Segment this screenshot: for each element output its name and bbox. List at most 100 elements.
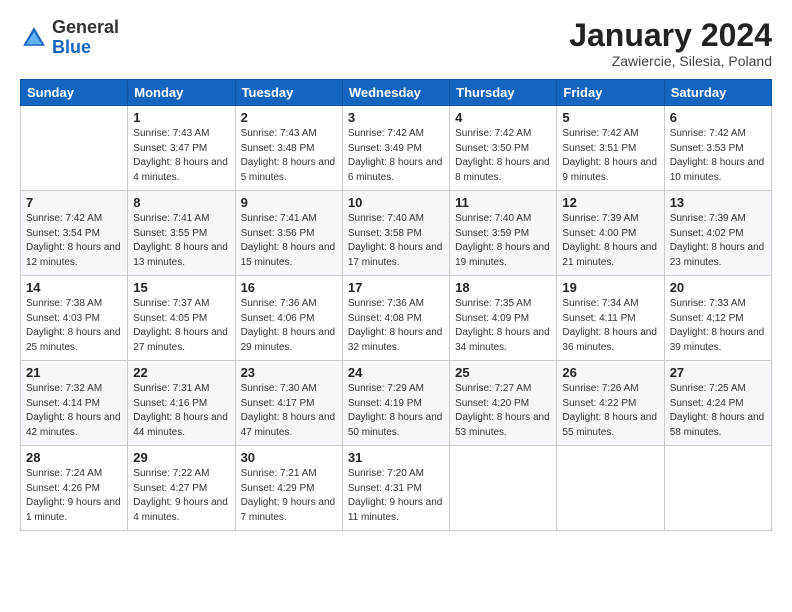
day-info: Sunrise: 7:29 AMSunset: 4:19 PMDaylight:…: [348, 382, 444, 440]
page: General Blue January 2024 Zawiercie, Sil…: [0, 0, 792, 612]
calendar-cell: 27 Sunrise: 7:25 AMSunset: 4:24 PMDayligh…: [664, 361, 771, 446]
day-number: 5: [562, 110, 658, 125]
calendar-cell: 28 Sunrise: 7:24 AMSunset: 4:26 PMDayligh…: [21, 446, 128, 531]
day-info: Sunrise: 7:43 AMSunset: 3:47 PMDaylight:…: [133, 127, 229, 185]
day-number: 16: [241, 280, 337, 295]
day-number: 12: [562, 195, 658, 210]
calendar-cell: 6 Sunrise: 7:42 AMSunset: 3:53 PMDaylight…: [664, 106, 771, 191]
calendar-cell: [450, 446, 557, 531]
day-info: Sunrise: 7:43 AMSunset: 3:48 PMDaylight:…: [241, 127, 337, 185]
calendar-cell: 23 Sunrise: 7:30 AMSunset: 4:17 PMDayligh…: [235, 361, 342, 446]
day-info: Sunrise: 7:35 AMSunset: 4:09 PMDaylight:…: [455, 297, 551, 355]
month-title: January 2024: [569, 18, 772, 53]
calendar-cell: 26 Sunrise: 7:26 AMSunset: 4:22 PMDayligh…: [557, 361, 664, 446]
day-number: 19: [562, 280, 658, 295]
calendar-header-friday: Friday: [557, 80, 664, 106]
calendar-cell: 10Sunrise: 7:40 AMSunset: 3:58 PMDayligh…: [342, 191, 449, 276]
calendar-cell: [21, 106, 128, 191]
logo-general-text: General: [52, 17, 119, 37]
calendar-cell: 7Sunrise: 7:42 AMSunset: 3:54 PMDaylight…: [21, 191, 128, 276]
day-number: 11: [455, 195, 551, 210]
day-number: 20: [670, 280, 766, 295]
calendar-cell: 5 Sunrise: 7:42 AMSunset: 3:51 PMDaylight…: [557, 106, 664, 191]
calendar-header-thursday: Thursday: [450, 80, 557, 106]
day-info: Sunrise: 7:32 AMSunset: 4:14 PMDaylight:…: [26, 382, 122, 440]
day-info: Sunrise: 7:36 AMSunset: 4:08 PMDaylight:…: [348, 297, 444, 355]
day-info: Sunrise: 7:41 AMSunset: 3:55 PMDaylight:…: [133, 212, 229, 270]
calendar-cell: 20Sunrise: 7:33 AMSunset: 4:12 PMDayligh…: [664, 276, 771, 361]
day-number: 9: [241, 195, 337, 210]
calendar-header-tuesday: Tuesday: [235, 80, 342, 106]
location-title: Zawiercie, Silesia, Poland: [569, 53, 772, 69]
calendar-cell: 14Sunrise: 7:38 AMSunset: 4:03 PMDayligh…: [21, 276, 128, 361]
day-info: Sunrise: 7:39 AMSunset: 4:00 PMDaylight:…: [562, 212, 658, 270]
calendar-cell: 22Sunrise: 7:31 AMSunset: 4:16 PMDayligh…: [128, 361, 235, 446]
calendar-cell: 17 Sunrise: 7:36 AMSunset: 4:08 PMDayligh…: [342, 276, 449, 361]
day-info: Sunrise: 7:21 AMSunset: 4:29 PMDaylight:…: [241, 467, 337, 525]
day-info: Sunrise: 7:34 AMSunset: 4:11 PMDaylight:…: [562, 297, 658, 355]
day-info: Sunrise: 7:25 AMSunset: 4:24 PMDaylight:…: [670, 382, 766, 440]
day-number: 17: [348, 280, 444, 295]
calendar-cell: 29Sunrise: 7:22 AMSunset: 4:27 PMDayligh…: [128, 446, 235, 531]
calendar-cell: 15 Sunrise: 7:37 AMSunset: 4:05 PMDayligh…: [128, 276, 235, 361]
day-info: Sunrise: 7:27 AMSunset: 4:20 PMDaylight:…: [455, 382, 551, 440]
calendar-week-1: 1Sunrise: 7:43 AMSunset: 3:47 PMDaylight…: [21, 106, 772, 191]
calendar-cell: 25 Sunrise: 7:27 AMSunset: 4:20 PMDayligh…: [450, 361, 557, 446]
day-info: Sunrise: 7:42 AMSunset: 3:49 PMDaylight:…: [348, 127, 444, 185]
calendar-cell: 30Sunrise: 7:21 AMSunset: 4:29 PMDayligh…: [235, 446, 342, 531]
day-number: 18: [455, 280, 551, 295]
calendar-header-saturday: Saturday: [664, 80, 771, 106]
day-info: Sunrise: 7:40 AMSunset: 3:59 PMDaylight:…: [455, 212, 551, 270]
calendar-table: SundayMondayTuesdayWednesdayThursdayFrid…: [20, 79, 772, 531]
day-info: Sunrise: 7:24 AMSunset: 4:26 PMDaylight:…: [26, 467, 122, 525]
day-number: 6: [670, 110, 766, 125]
calendar-cell: 13 Sunrise: 7:39 AMSunset: 4:02 PMDayligh…: [664, 191, 771, 276]
calendar-cell: 1Sunrise: 7:43 AMSunset: 3:47 PMDaylight…: [128, 106, 235, 191]
day-number: 4: [455, 110, 551, 125]
day-info: Sunrise: 7:36 AMSunset: 4:06 PMDaylight:…: [241, 297, 337, 355]
day-number: 13: [670, 195, 766, 210]
calendar-cell: 16 Sunrise: 7:36 AMSunset: 4:06 PMDayligh…: [235, 276, 342, 361]
day-number: 2: [241, 110, 337, 125]
calendar-cell: 19 Sunrise: 7:34 AMSunset: 4:11 PMDayligh…: [557, 276, 664, 361]
calendar-cell: [557, 446, 664, 531]
day-info: Sunrise: 7:42 AMSunset: 3:53 PMDaylight:…: [670, 127, 766, 185]
day-info: Sunrise: 7:41 AMSunset: 3:56 PMDaylight:…: [241, 212, 337, 270]
day-number: 8: [133, 195, 229, 210]
day-number: 28: [26, 450, 122, 465]
logo-blue-text: Blue: [52, 37, 91, 57]
day-number: 23: [241, 365, 337, 380]
day-number: 27: [670, 365, 766, 380]
day-info: Sunrise: 7:40 AMSunset: 3:58 PMDaylight:…: [348, 212, 444, 270]
day-number: 21: [26, 365, 122, 380]
day-info: Sunrise: 7:20 AMSunset: 4:31 PMDaylight:…: [348, 467, 444, 525]
calendar-cell: 21 Sunrise: 7:32 AMSunset: 4:14 PMDayligh…: [21, 361, 128, 446]
calendar-week-3: 14Sunrise: 7:38 AMSunset: 4:03 PMDayligh…: [21, 276, 772, 361]
day-info: Sunrise: 7:22 AMSunset: 4:27 PMDaylight:…: [133, 467, 229, 525]
calendar-week-2: 7Sunrise: 7:42 AMSunset: 3:54 PMDaylight…: [21, 191, 772, 276]
day-info: Sunrise: 7:31 AMSunset: 4:16 PMDaylight:…: [133, 382, 229, 440]
day-number: 25: [455, 365, 551, 380]
calendar-header-row: SundayMondayTuesdayWednesdayThursdayFrid…: [21, 80, 772, 106]
calendar-cell: 11 Sunrise: 7:40 AMSunset: 3:59 PMDayligh…: [450, 191, 557, 276]
calendar-cell: 3 Sunrise: 7:42 AMSunset: 3:49 PMDaylight…: [342, 106, 449, 191]
calendar-cell: 8 Sunrise: 7:41 AMSunset: 3:55 PMDaylight…: [128, 191, 235, 276]
day-info: Sunrise: 7:42 AMSunset: 3:51 PMDaylight:…: [562, 127, 658, 185]
day-info: Sunrise: 7:30 AMSunset: 4:17 PMDaylight:…: [241, 382, 337, 440]
day-info: Sunrise: 7:26 AMSunset: 4:22 PMDaylight:…: [562, 382, 658, 440]
day-info: Sunrise: 7:42 AMSunset: 3:50 PMDaylight:…: [455, 127, 551, 185]
day-info: Sunrise: 7:42 AMSunset: 3:54 PMDaylight:…: [26, 212, 122, 270]
day-info: Sunrise: 7:39 AMSunset: 4:02 PMDaylight:…: [670, 212, 766, 270]
day-number: 15: [133, 280, 229, 295]
day-info: Sunrise: 7:37 AMSunset: 4:05 PMDaylight:…: [133, 297, 229, 355]
day-number: 3: [348, 110, 444, 125]
day-number: 26: [562, 365, 658, 380]
title-block: January 2024 Zawiercie, Silesia, Poland: [569, 18, 772, 69]
calendar-week-5: 28 Sunrise: 7:24 AMSunset: 4:26 PMDayligh…: [21, 446, 772, 531]
calendar-week-4: 21 Sunrise: 7:32 AMSunset: 4:14 PMDayligh…: [21, 361, 772, 446]
calendar-cell: 18 Sunrise: 7:35 AMSunset: 4:09 PMDayligh…: [450, 276, 557, 361]
calendar-header-monday: Monday: [128, 80, 235, 106]
day-info: Sunrise: 7:38 AMSunset: 4:03 PMDaylight:…: [26, 297, 122, 355]
day-number: 31: [348, 450, 444, 465]
calendar-header-wednesday: Wednesday: [342, 80, 449, 106]
